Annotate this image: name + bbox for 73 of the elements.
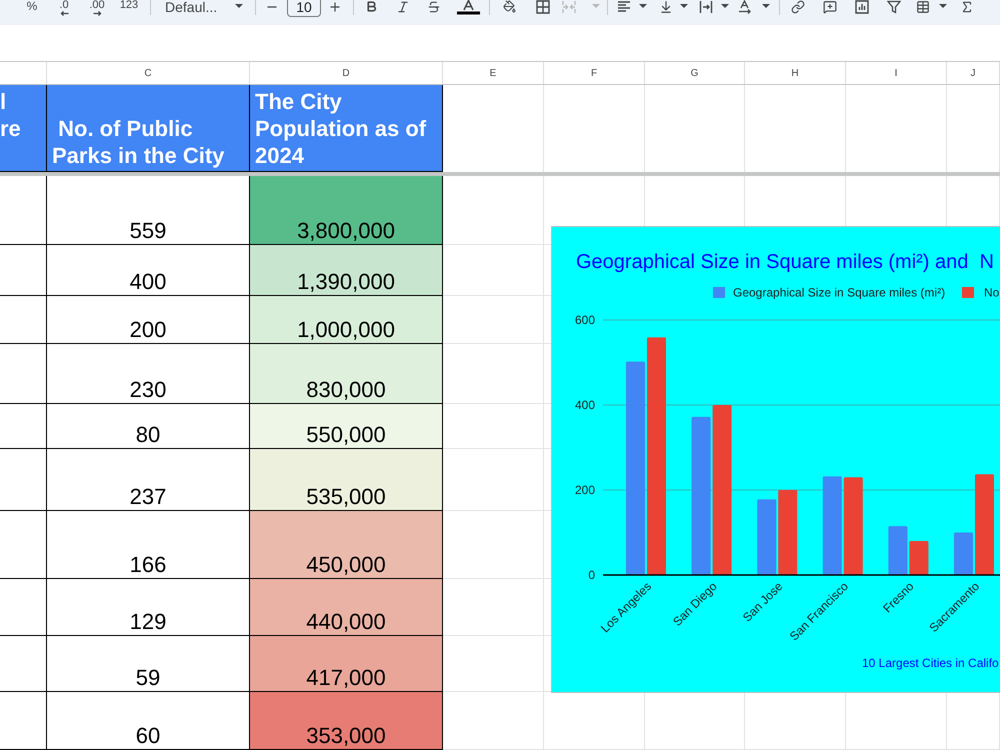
font-dropdown[interactable]: Defaul...	[163, 0, 243, 14]
decrease-decimal-button[interactable]: .0	[56, 0, 72, 16]
increase-decimal-button[interactable]: .00	[88, 0, 106, 16]
link-icon[interactable]	[791, 0, 805, 14]
population-cell: 830,000	[250, 344, 443, 404]
caret-icon[interactable]	[762, 4, 770, 8]
empty-cell	[0, 636, 47, 692]
population-cell: 1,390,000	[250, 245, 443, 296]
empty-cell	[0, 511, 47, 579]
empty-cell	[0, 296, 47, 344]
chart-bar	[888, 526, 908, 575]
borders-icon[interactable]	[536, 0, 550, 14]
empty-cell	[0, 579, 47, 636]
population-cell: 3,800,000	[250, 176, 443, 245]
column-header[interactable]: I	[846, 62, 947, 84]
empty-cell	[0, 404, 47, 449]
caret-icon[interactable]	[721, 4, 729, 8]
axis-tick-label: 0	[588, 568, 595, 582]
population-cell: 353,000	[250, 692, 443, 750]
empty-cell	[0, 449, 47, 511]
font-size-field[interactable]: 10	[287, 0, 321, 17]
header-cell: No. of Public Parks in the City	[47, 85, 250, 172]
legend-label: Geographical Size in Square miles (mi²)	[733, 286, 946, 300]
strikethrough-icon[interactable]	[427, 0, 441, 14]
arrow-left-icon	[60, 11, 68, 16]
empty-cell	[0, 176, 47, 245]
population-cell: 440,000	[250, 579, 443, 636]
text-wrap-icon[interactable]	[699, 0, 713, 14]
caret-icon[interactable]	[939, 4, 947, 8]
axis-tick-label: 200	[574, 483, 595, 498]
column-header[interactable]: F	[544, 62, 645, 84]
caret-icon[interactable]	[639, 4, 647, 8]
sigma-icon[interactable]	[960, 0, 974, 14]
number-format-button[interactable]: 123	[118, 0, 140, 11]
population-cell: 550,000	[250, 404, 443, 449]
axis-tick-label: 400	[574, 398, 595, 412]
chart-bar	[954, 532, 973, 575]
text-rotate-icon[interactable]	[738, 0, 752, 14]
fill-color-icon[interactable]	[503, 0, 516, 13]
axis-tick-label: 600	[574, 313, 595, 328]
empty-cell	[0, 692, 47, 750]
column-header[interactable]: D	[250, 62, 443, 84]
table-icon[interactable]	[916, 0, 930, 14]
percent-button[interactable]: %	[25, 0, 39, 12]
chart-bar	[909, 541, 928, 575]
italic-icon[interactable]	[396, 0, 410, 14]
chart-icon[interactable]	[855, 0, 869, 14]
column-header[interactable]: J	[947, 62, 1000, 84]
bold-icon[interactable]	[365, 0, 378, 13]
population-cell: 417,000	[250, 636, 443, 692]
population-cell: 535,000	[250, 449, 443, 511]
column-header[interactable]: G	[645, 62, 745, 84]
empty-cell	[0, 344, 47, 404]
axis-title: 10 Largest Cities in Califo	[862, 656, 999, 670]
population-cell: 1,000,000	[250, 296, 443, 344]
comment-icon[interactable]	[823, 0, 837, 14]
column-header[interactable]: C	[47, 62, 250, 84]
caret-icon[interactable]	[680, 4, 688, 8]
arrow-right-icon	[92, 11, 102, 16]
align-left-icon[interactable]	[617, 0, 631, 14]
text-color-icon[interactable]	[457, 0, 480, 15]
column-header[interactable]: H	[745, 62, 846, 84]
filter-icon[interactable]	[887, 0, 901, 14]
header-cell: l re	[0, 85, 47, 172]
empty-cell	[0, 245, 47, 296]
caret-icon[interactable]	[235, 4, 243, 8]
align-bottom-icon[interactable]	[659, 0, 673, 14]
chart-title: Geographical Size in Square miles (mi²) and N	[576, 251, 994, 273]
population-cell: 450,000	[250, 511, 443, 579]
plus-icon[interactable]	[328, 0, 342, 14]
column-header[interactable]: E	[443, 62, 544, 84]
legend-label: No	[984, 286, 1000, 300]
header-cell: The City Population as of 2024	[250, 85, 443, 172]
